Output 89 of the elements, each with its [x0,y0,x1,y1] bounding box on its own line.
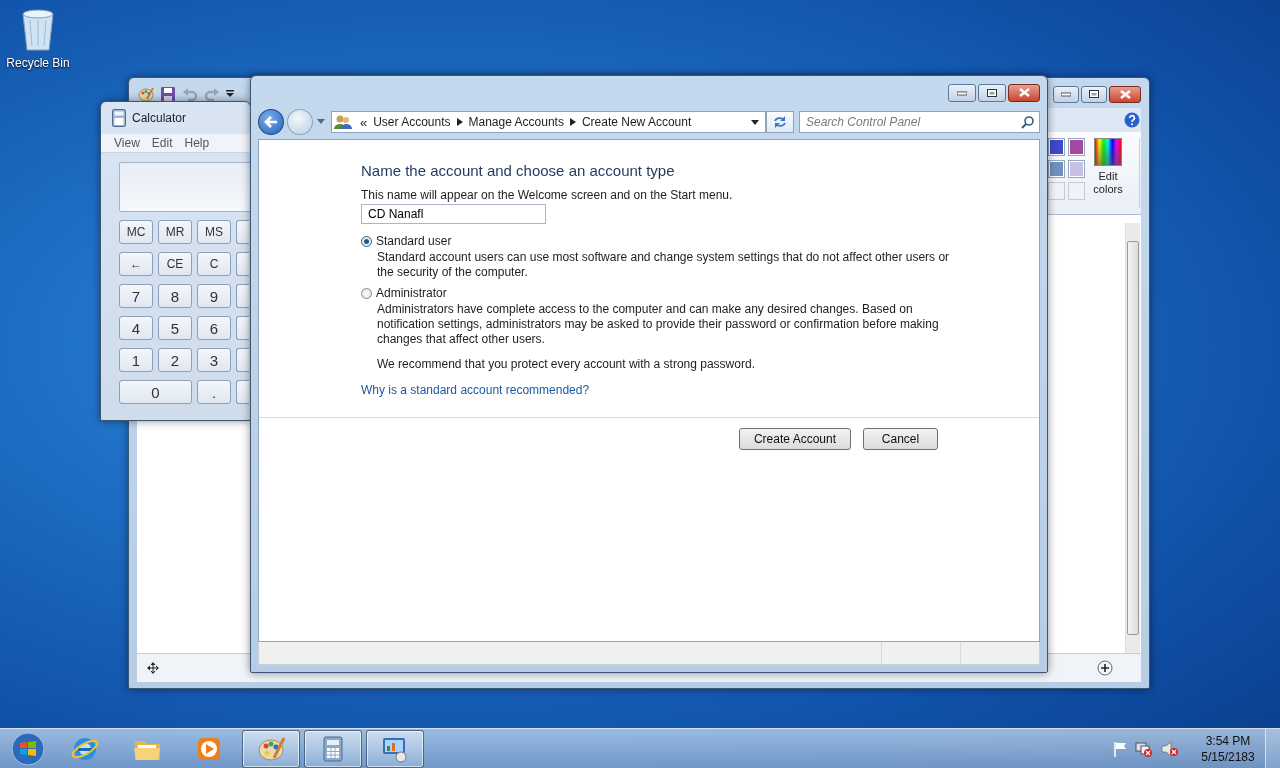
help-link[interactable]: Why is a standard account recommended? [361,383,590,397]
minimize-icon [1061,91,1071,97]
breadcrumb[interactable]: Create New Account [581,115,692,129]
calculator-key[interactable]: C [197,252,231,276]
calculator-key[interactable] [236,220,249,244]
calculator-key[interactable] [236,284,249,308]
redo-icon[interactable] [204,86,220,102]
radio-label[interactable]: Standard user [376,234,452,248]
palette-icon[interactable] [138,86,154,102]
calculator-key[interactable]: 6 [197,316,231,340]
close-button[interactable] [1008,83,1040,102]
save-icon[interactable] [160,86,176,102]
close-button[interactable] [1109,85,1141,103]
close-icon [1119,89,1131,99]
dropdown-icon[interactable] [751,119,760,125]
search-icon[interactable] [1021,116,1034,129]
help-icon[interactable] [1124,112,1140,128]
calculator-key[interactable]: . [197,380,231,404]
option-description: Administrators have complete access to the computer and can make any desired changes. Based on notification settings, administrators may be asked to provide their password or confirmation before making changes that affect other users. [377,302,940,347]
desktop-icon-label[interactable]: Recycle Bin [6,56,70,70]
back-arrow-icon [263,116,278,128]
calculator-key[interactable]: 4 [119,316,153,340]
breadcrumb-overflow[interactable]: « [359,114,368,130]
breadcrumb[interactable]: Manage Accounts [468,115,564,129]
breadcrumb[interactable]: User Accounts [373,115,451,129]
refresh-button[interactable] [766,111,794,133]
page-heading: Name the account and choose an account type [361,162,676,179]
restore-icon [987,88,997,97]
empty-color-slot[interactable] [1048,182,1065,200]
calculator-key[interactable]: MR [158,220,192,244]
window-title: Calculator [132,111,187,125]
minimize-button[interactable] [1053,85,1079,103]
recommendation-text: We recommend that you protect every account with a strong password. [377,357,756,371]
calculator-key[interactable] [236,380,249,404]
calculator-key[interactable]: CE [158,252,192,276]
edit-colors-button[interactable]: Edit colors [1089,138,1127,196]
calculator-key[interactable]: 5 [158,316,192,340]
flag-icon[interactable] [1113,741,1127,757]
chevron-icon[interactable] [569,118,576,126]
minimize-icon [957,89,967,96]
taskbar-button[interactable] [304,730,362,768]
maximize-button[interactable] [1081,85,1107,103]
taskbar-button[interactable] [242,730,300,768]
calculator-key[interactable]: 1 [119,348,153,372]
maximize-button[interactable] [978,83,1006,102]
calculator-key[interactable]: 7 [119,284,153,308]
windows-logo-icon [11,732,45,766]
calculator-key[interactable] [236,252,249,276]
users-icon [333,114,352,130]
calculator-key[interactable]: MS [197,220,231,244]
address-bar[interactable]: « User Accounts Manage Accounts Create New Account [330,111,767,133]
calculator-key[interactable]: 8 [158,284,192,308]
minimize-button[interactable] [948,83,976,102]
dropdown-icon[interactable] [226,90,234,98]
option-description: Standard account users can use most software and change system settings that do not affect other users or the security of the computer. [377,250,951,280]
dialog-button[interactable]: Create Account [738,428,851,450]
taskbar-button[interactable] [366,730,424,768]
vertical-scrollbar[interactable] [1125,223,1140,653]
radio-button[interactable] [361,235,372,247]
radio-button[interactable] [361,287,372,299]
calculator-key[interactable]: 3 [197,348,231,372]
menu-item[interactable]: Help [184,136,210,150]
undo-icon[interactable] [182,86,198,102]
zoom-in-icon[interactable] [1097,660,1113,676]
close-icon [1018,88,1030,97]
empty-color-slot[interactable] [1068,182,1085,200]
menu-item[interactable]: Edit [151,136,173,150]
refresh-icon [772,115,788,129]
name-field[interactable]: CD Nanafl [361,204,546,224]
calculator-key[interactable]: 2 [158,348,192,372]
move-icon [147,662,159,674]
network-error-icon[interactable] [1135,741,1153,757]
calculator-key[interactable]: 0 [119,380,192,404]
calculator-key[interactable] [236,316,249,340]
restore-icon [1089,90,1099,98]
calculator-key[interactable]: MC [119,220,153,244]
search-field[interactable]: Search Control Panel [799,111,1040,133]
speaker-muted-icon[interactable] [1161,741,1179,757]
back-button[interactable] [258,109,284,135]
clock[interactable]: 3:54 PM 5/15/2183 [1197,733,1259,765]
calculator-key[interactable]: 9 [197,284,231,308]
chevron-icon[interactable] [456,118,463,126]
menu-item[interactable]: View [114,136,140,150]
instruction-text: This name will appear on the Welcome screen and on the Start menu. [361,188,734,202]
radio-label[interactable]: Administrator [376,286,447,300]
calculator-icon [112,109,126,127]
calculator-key[interactable]: ← [119,252,153,276]
calculator-key[interactable] [236,348,249,372]
dialog-button[interactable]: Cancel [863,428,938,450]
